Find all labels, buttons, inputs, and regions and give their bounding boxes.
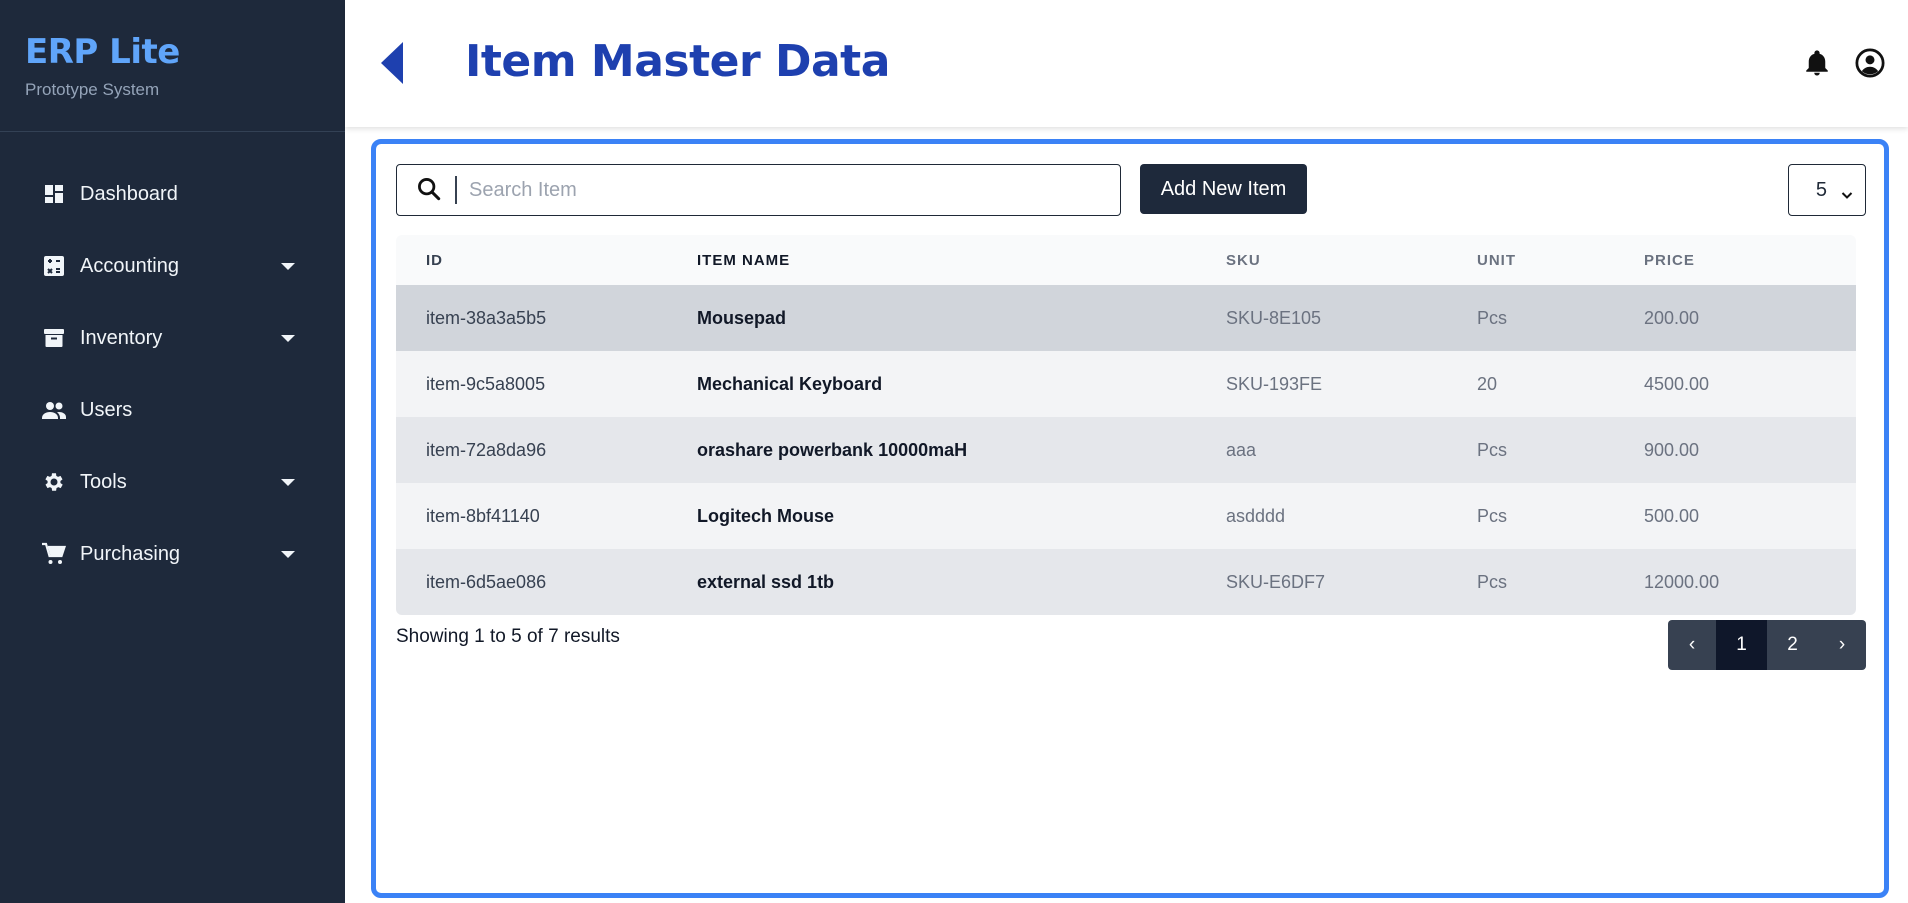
cell-id: item-8bf41140 xyxy=(426,505,540,526)
cell-unit: Pcs xyxy=(1477,307,1508,328)
back-arrow-icon[interactable] xyxy=(381,42,405,84)
cell-item-name: external ssd 1tb xyxy=(697,571,835,592)
cell-sku: SKU-8E105 xyxy=(1226,307,1322,328)
column-header-unit[interactable]: UNIT xyxy=(1477,252,1644,269)
chevron-down-icon xyxy=(1841,184,1853,199)
sidebar-item-label: Dashboard xyxy=(80,182,178,205)
sidebar-item-users[interactable]: Users xyxy=(0,374,345,446)
cell-item-name: Logitech Mouse xyxy=(697,505,835,526)
search-divider xyxy=(455,176,457,204)
cart-icon xyxy=(41,541,67,567)
cell-sku: asdddd xyxy=(1226,505,1286,526)
cell-id: item-9c5a8005 xyxy=(426,373,546,394)
sidebar-item-tools[interactable]: Tools xyxy=(0,446,345,518)
bell-icon[interactable] xyxy=(1802,48,1832,78)
calculator-icon xyxy=(41,253,67,279)
pagination-page-2[interactable]: 2 xyxy=(1767,620,1818,670)
cell-price: 12000.00 xyxy=(1644,571,1720,592)
search-box[interactable] xyxy=(396,164,1121,216)
sidebar-item-label: Inventory xyxy=(80,326,163,349)
cell-price: 500.00 xyxy=(1644,505,1700,526)
table-row[interactable]: item-38a3a5b5 Mousepad SKU-8E105 Pcs 200… xyxy=(396,285,1856,351)
sidebar-item-purchasing[interactable]: Purchasing xyxy=(0,518,345,590)
cell-unit: Pcs xyxy=(1477,571,1508,592)
pagination-prev-button[interactable]: ‹ xyxy=(1668,620,1716,670)
sidebar-item-label: Tools xyxy=(80,470,127,493)
table-row[interactable]: item-6d5ae086 external ssd 1tb SKU-E6DF7… xyxy=(396,549,1856,615)
caret-down-icon[interactable] xyxy=(281,478,295,486)
search-icon xyxy=(415,175,445,205)
caret-down-icon[interactable] xyxy=(281,334,295,342)
table-body: item-38a3a5b5 Mousepad SKU-8E105 Pcs 200… xyxy=(396,285,1856,615)
table-row[interactable]: item-9c5a8005 Mechanical Keyboard SKU-19… xyxy=(396,351,1856,417)
cell-id: item-38a3a5b5 xyxy=(426,307,547,328)
column-header-id[interactable]: ID xyxy=(396,252,697,269)
pagination: ‹ 1 2 › xyxy=(1668,620,1866,670)
cell-id: item-72a8da96 xyxy=(426,439,547,460)
cell-item-name: orashare powerbank 10000maH xyxy=(697,439,968,460)
cell-unit: Pcs xyxy=(1477,439,1508,460)
sidebar-item-accounting[interactable]: Accounting xyxy=(0,230,345,302)
column-header-price[interactable]: PRICE xyxy=(1644,252,1844,269)
cell-sku: SKU-E6DF7 xyxy=(1226,571,1326,592)
brand-subtitle: Prototype System xyxy=(25,80,160,99)
table-row[interactable]: item-72a8da96 orashare powerbank 10000ma… xyxy=(396,417,1856,483)
cell-unit: 20 xyxy=(1477,373,1498,394)
brand-title: ERP Lite xyxy=(25,32,180,72)
header: Item Master Data xyxy=(345,0,1908,127)
cell-sku: aaa xyxy=(1226,439,1257,460)
caret-down-icon[interactable] xyxy=(281,262,295,270)
table-header: ID ITEM NAME SKU UNIT PRICE xyxy=(396,235,1856,285)
users-icon xyxy=(41,397,67,423)
sidebar: ERP Lite Prototype System Dashboard Acco… xyxy=(0,0,345,903)
gear-icon xyxy=(41,469,67,495)
sidebar-item-inventory[interactable]: Inventory xyxy=(0,302,345,374)
add-new-item-button[interactable]: Add New Item xyxy=(1140,164,1307,214)
page-title: Item Master Data xyxy=(465,36,890,87)
sidebar-item-label: Users xyxy=(80,398,133,421)
caret-down-icon[interactable] xyxy=(281,550,295,558)
per-page-select[interactable]: 5 xyxy=(1788,164,1866,216)
user-circle-icon[interactable] xyxy=(1855,48,1885,78)
archive-icon xyxy=(41,325,67,351)
cell-price: 900.00 xyxy=(1644,439,1700,460)
items-table: ID ITEM NAME SKU UNIT PRICE item-38a3a5b… xyxy=(396,235,1856,615)
sidebar-item-label: Purchasing xyxy=(80,542,181,565)
cell-unit: Pcs xyxy=(1477,505,1508,526)
brand: ERP Lite Prototype System xyxy=(0,0,345,132)
per-page-value: 5 xyxy=(1815,178,1827,201)
pagination-next-button[interactable]: › xyxy=(1818,620,1866,670)
sidebar-item-dashboard[interactable]: Dashboard xyxy=(0,158,345,230)
cell-sku: SKU-193FE xyxy=(1226,373,1323,394)
results-summary: Showing 1 to 5 of 7 results xyxy=(396,626,620,647)
sidebar-item-label: Accounting xyxy=(80,254,179,277)
cell-item-name: Mousepad xyxy=(697,307,787,328)
search-input[interactable] xyxy=(469,178,1069,202)
column-header-sku[interactable]: SKU xyxy=(1226,252,1477,269)
dashboard-icon xyxy=(41,181,67,207)
cell-id: item-6d5ae086 xyxy=(426,571,547,592)
item-master-card: Add New Item 5 ID ITEM NAME SKU UNIT PRI… xyxy=(371,139,1889,898)
cell-price: 200.00 xyxy=(1644,307,1700,328)
table-row[interactable]: item-8bf41140 Logitech Mouse asdddd Pcs … xyxy=(396,483,1856,549)
column-header-item-name[interactable]: ITEM NAME xyxy=(697,252,1226,269)
sidebar-nav: Dashboard Accounting Inventory Users Too… xyxy=(0,132,345,590)
cell-price: 4500.00 xyxy=(1644,373,1710,394)
pagination-page-1[interactable]: 1 xyxy=(1716,620,1767,670)
cell-item-name: Mechanical Keyboard xyxy=(697,373,883,394)
